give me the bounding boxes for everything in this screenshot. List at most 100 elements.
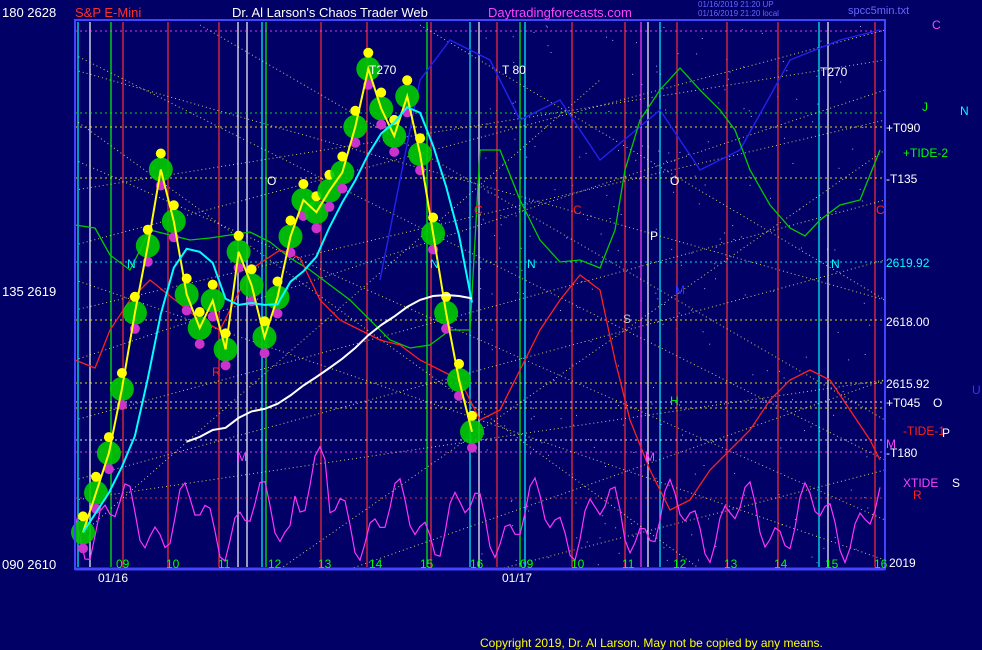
background-dot <box>515 215 517 217</box>
background-dot <box>511 499 513 501</box>
background-dot <box>715 246 717 248</box>
background-dot <box>855 548 857 550</box>
background-dot <box>820 40 822 42</box>
background-dot <box>653 387 654 389</box>
background-dot <box>504 425 506 427</box>
background-dot <box>632 73 634 75</box>
background-dot <box>515 559 517 561</box>
background-dot <box>516 266 518 268</box>
background-dot <box>577 306 579 308</box>
background-dot <box>482 219 484 221</box>
background-dot <box>678 312 680 314</box>
x-tick: 13 <box>724 557 738 571</box>
background-dot <box>860 26 861 27</box>
background-dot <box>541 442 543 444</box>
background-dot <box>663 27 665 28</box>
x-tick: 16 <box>470 557 484 571</box>
background-dot <box>585 152 587 154</box>
background-dot <box>520 247 522 249</box>
background-dot <box>480 268 481 270</box>
background-dot <box>752 374 754 376</box>
background-dot <box>617 250 619 252</box>
background-dot <box>529 235 531 237</box>
background-dot <box>792 399 793 401</box>
background-dot <box>740 236 742 238</box>
background-dot <box>694 473 696 475</box>
magenta-low-dot <box>337 183 348 194</box>
magenta-low-dot <box>389 146 400 157</box>
background-dot <box>576 537 578 539</box>
yellow-high-dot <box>298 179 309 189</box>
background-dot <box>636 42 637 44</box>
background-dot <box>773 290 774 292</box>
background-dot <box>816 75 818 77</box>
background-dot <box>680 264 682 266</box>
background-dot <box>834 536 836 538</box>
background-dot <box>743 108 745 110</box>
x-date-1: 01/16 <box>98 571 129 585</box>
background-dot <box>588 439 590 440</box>
background-dot <box>553 380 555 382</box>
background-dot <box>639 178 640 180</box>
y-bottom-label: 090 2610 <box>2 557 57 572</box>
background-dot <box>656 65 658 67</box>
background-dot <box>514 113 515 115</box>
background-dot <box>587 219 589 221</box>
background-dot <box>576 415 577 417</box>
background-dot <box>694 175 696 177</box>
background-dot <box>798 209 800 211</box>
background-dot <box>704 288 706 290</box>
right-o: O <box>933 396 943 410</box>
yellow-high-dot <box>363 47 374 58</box>
background-dot <box>673 191 675 193</box>
background-dot <box>783 377 785 379</box>
x-tick: 15 <box>420 557 434 571</box>
price-2615-92: 2615.92 <box>886 377 930 391</box>
right-u: U <box>972 383 981 397</box>
background-dot <box>666 559 668 561</box>
label-n-1: N <box>127 257 136 271</box>
background-dot <box>485 157 487 159</box>
magenta-low-dot <box>220 360 231 371</box>
x-tick: 12 <box>673 557 687 571</box>
background-dot <box>632 535 634 537</box>
background-dot <box>481 553 483 555</box>
background-dot <box>805 356 807 358</box>
background-dot <box>732 225 734 227</box>
background-dot <box>727 78 729 80</box>
background-dot <box>721 241 723 243</box>
background-dot <box>554 189 556 191</box>
background-dot <box>744 494 746 496</box>
label-t270-b: T270 <box>820 65 848 79</box>
background-dot <box>560 310 561 311</box>
label-m-3: M <box>675 283 685 297</box>
background-dot <box>762 401 764 403</box>
background-dot <box>514 101 516 103</box>
site-link[interactable]: Daytradingforecasts.com <box>488 6 632 20</box>
background-dot <box>719 238 721 240</box>
background-dot <box>663 547 665 549</box>
background-dot <box>823 547 825 549</box>
background-dot <box>618 405 620 406</box>
x-tick: 10 <box>571 557 585 571</box>
right-c: C <box>932 18 941 32</box>
yellow-high-dot <box>155 148 166 159</box>
background-dot <box>505 217 507 219</box>
label-o-1: O <box>267 174 277 188</box>
background-dot <box>581 281 583 282</box>
background-dot <box>834 249 836 251</box>
background-dot <box>748 110 750 112</box>
background-dot <box>863 302 865 304</box>
yellow-high-dot <box>194 307 205 317</box>
background-dot <box>538 202 540 204</box>
background-dot <box>618 552 620 554</box>
background-dot <box>733 239 735 240</box>
background-dot <box>703 465 705 466</box>
x-date-2: 01/17 <box>502 571 533 585</box>
background-dot <box>606 36 607 38</box>
background-dot <box>704 184 706 186</box>
magenta-low-dot <box>259 348 270 359</box>
background-dot <box>651 403 653 405</box>
x-tick: 12 <box>268 557 282 571</box>
background-dot <box>761 32 763 34</box>
